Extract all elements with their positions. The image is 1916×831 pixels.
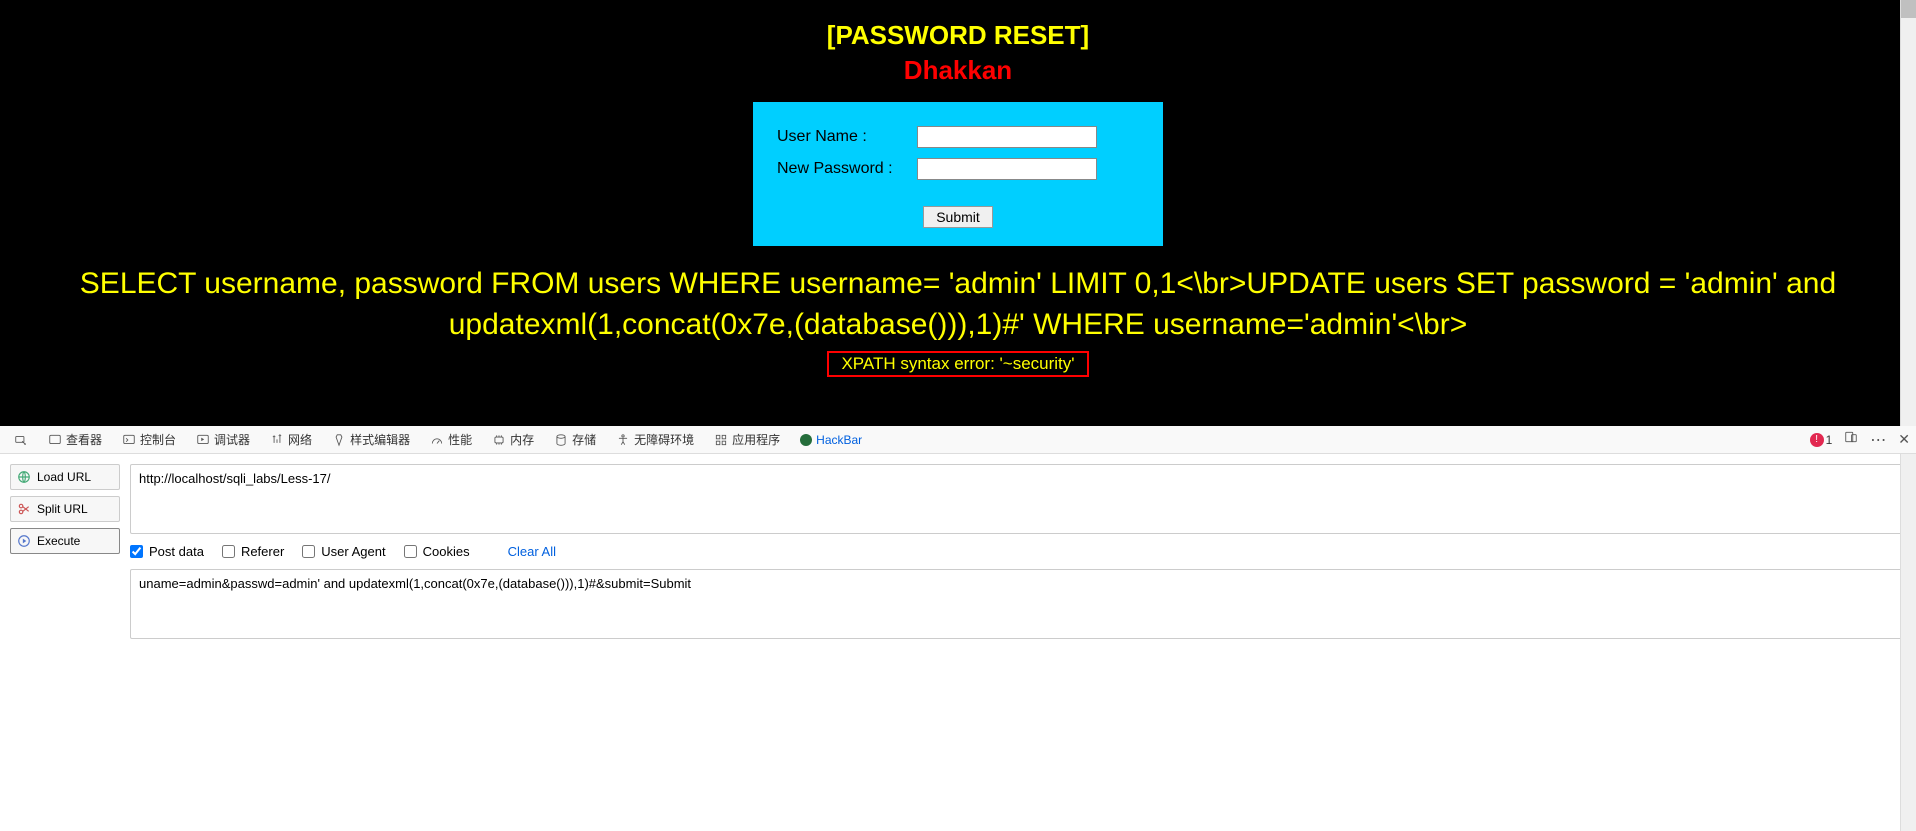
tab-style[interactable]: 样式编辑器 (324, 426, 418, 453)
devtools-scrollbar[interactable] (1900, 454, 1916, 831)
hackbar-main: Post data Referer User Agent Cookies Cle… (130, 464, 1906, 821)
tab-network-label: 网络 (288, 431, 312, 448)
tab-memory-label: 内存 (510, 431, 534, 448)
useragent-label: User Agent (321, 544, 385, 559)
hackbar-icon (800, 434, 812, 446)
tab-storage-label: 存储 (572, 431, 596, 448)
sql-query-output: SELECT username, password FROM users WHE… (0, 264, 1916, 345)
postdata-textarea[interactable] (130, 569, 1906, 639)
split-url-icon (17, 502, 31, 516)
load-url-icon (17, 470, 31, 484)
reset-form: User Name : New Password : Submit (753, 102, 1163, 246)
clear-all-link[interactable]: Clear All (508, 544, 556, 559)
page-content: [PASSWORD RESET] Dhakkan User Name : New… (0, 0, 1916, 377)
close-icon[interactable]: ✕ (1898, 431, 1910, 448)
tab-inspector-label: 查看器 (66, 431, 102, 448)
execute-icon (17, 534, 31, 548)
tab-performance-label: 性能 (448, 431, 472, 448)
error-icon: ! (1810, 433, 1824, 447)
cookies-checkbox-input[interactable] (404, 545, 417, 558)
tab-debugger-label: 调试器 (214, 431, 250, 448)
tab-storage[interactable]: 存储 (546, 426, 604, 453)
tab-memory[interactable]: 内存 (484, 426, 542, 453)
tab-hackbar-label: HackBar (816, 433, 862, 447)
tab-network[interactable]: 网络 (262, 426, 320, 453)
password-label: New Password : (777, 160, 917, 178)
load-url-button[interactable]: Load URL (10, 464, 120, 490)
password-input[interactable] (917, 158, 1097, 180)
devtools-picker-icon[interactable] (6, 426, 36, 453)
split-url-label: Split URL (37, 502, 88, 516)
page-title: [PASSWORD RESET] (0, 20, 1916, 51)
hackbar-options-row: Post data Referer User Agent Cookies Cle… (130, 544, 1906, 559)
scrollbar-thumb[interactable] (1901, 0, 1916, 18)
more-icon[interactable]: ⋯ (1870, 430, 1886, 450)
xpath-error: XPATH syntax error: '~security' (827, 351, 1088, 377)
tab-inspector[interactable]: 查看器 (40, 426, 110, 453)
url-textarea[interactable] (130, 464, 1906, 534)
error-indicator[interactable]: ! 1 (1810, 433, 1833, 447)
devtools-panel: 查看器 控制台 调试器 网络 样式编辑器 性能 内存 存储 (0, 426, 1916, 831)
cookies-label: Cookies (423, 544, 470, 559)
split-url-button[interactable]: Split URL (10, 496, 120, 522)
tab-accessibility-label: 无障碍环境 (634, 431, 694, 448)
submit-button[interactable]: Submit (923, 206, 993, 228)
execute-button[interactable]: Execute (10, 528, 120, 554)
useragent-checkbox-input[interactable] (302, 545, 315, 558)
responsive-mode-icon[interactable] (1844, 430, 1858, 449)
postdata-checkbox-input[interactable] (130, 545, 143, 558)
postdata-label: Post data (149, 544, 204, 559)
useragent-checkbox[interactable]: User Agent (302, 544, 385, 559)
tab-console-label: 控制台 (140, 431, 176, 448)
tab-application[interactable]: 应用程序 (706, 426, 788, 453)
tab-style-label: 样式编辑器 (350, 431, 410, 448)
referer-checkbox-input[interactable] (222, 545, 235, 558)
tab-accessibility[interactable]: 无障碍环境 (608, 426, 702, 453)
referer-checkbox[interactable]: Referer (222, 544, 284, 559)
username-input[interactable] (917, 126, 1097, 148)
tab-debugger[interactable]: 调试器 (188, 426, 258, 453)
load-url-label: Load URL (37, 470, 91, 484)
devtools-tab-bar: 查看器 控制台 调试器 网络 样式编辑器 性能 内存 存储 (0, 426, 1916, 454)
tab-console[interactable]: 控制台 (114, 426, 184, 453)
tab-application-label: 应用程序 (732, 431, 780, 448)
tab-hackbar[interactable]: HackBar (792, 426, 870, 453)
hackbar-sidebar: Load URL Split URL Execute (10, 464, 120, 821)
page-subtitle: Dhakkan (0, 55, 1916, 86)
referer-label: Referer (241, 544, 284, 559)
error-count: 1 (1826, 433, 1833, 447)
cookies-checkbox[interactable]: Cookies (404, 544, 470, 559)
execute-label: Execute (37, 534, 80, 548)
hackbar-panel: Load URL Split URL Execute Post data (0, 454, 1916, 831)
tab-performance[interactable]: 性能 (422, 426, 480, 453)
postdata-checkbox[interactable]: Post data (130, 544, 204, 559)
username-label: User Name : (777, 128, 917, 146)
